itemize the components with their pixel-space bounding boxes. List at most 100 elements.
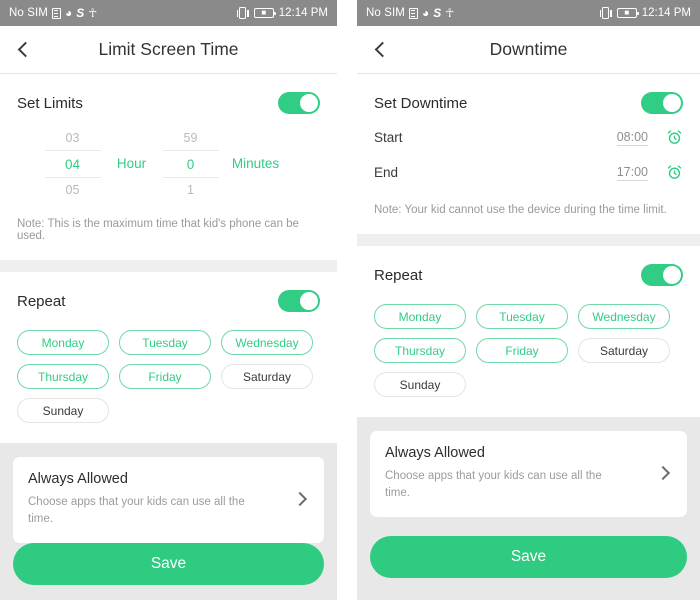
start-value[interactable]: 08:00	[616, 130, 648, 146]
save-button[interactable]: Save	[370, 536, 687, 578]
usb-icon: ☥	[445, 6, 455, 20]
save-wrap: Save	[357, 536, 700, 600]
content-scroll-right[interactable]: Set Downtime Start 08:00 End 17:00 Note:…	[357, 74, 700, 600]
repeat-toggle[interactable]	[278, 290, 320, 312]
set-limits-note: Note: This is the maximum time that kid'…	[17, 218, 299, 242]
hour-prev-value: 03	[65, 131, 80, 145]
alarm-clock-icon[interactable]	[666, 129, 683, 146]
page-title: Downtime	[489, 39, 568, 59]
start-label: Start	[374, 130, 403, 145]
day-chip-sunday[interactable]: Sunday	[374, 372, 466, 397]
start-time-row[interactable]: Start 08:00	[357, 120, 700, 155]
repeat-section: Repeat Monday Tuesday Wednesday Thursday…	[0, 272, 337, 443]
status-bar-right-group: ■ 12:14 PM	[599, 7, 691, 19]
repeat-label: Repeat	[17, 292, 66, 310]
repeat-section: Repeat Monday Tuesday Wednesday Thursday…	[357, 246, 700, 417]
chevron-left-icon	[374, 41, 390, 58]
day-chip-label: Thursday	[394, 343, 446, 358]
always-allowed-subtitle: Choose apps that your kids can use all t…	[385, 470, 602, 499]
battery-charging-icon: ■	[616, 8, 639, 18]
carrier-label: No SIM	[9, 7, 48, 19]
screen-limit-screen-time: No SIM ◕ S ☥ ■ 12:14 PM Limit Screen Tim…	[0, 0, 337, 600]
day-chip-thursday[interactable]: Thursday	[17, 364, 109, 389]
section-divider	[0, 260, 337, 272]
app-bar-right: Downtime	[357, 26, 700, 74]
repeat-toggle[interactable]	[641, 264, 683, 286]
set-downtime-section: Set Downtime Start 08:00 End 17:00 Note:…	[357, 74, 700, 234]
usb-icon: ☥	[88, 6, 98, 20]
day-chip-monday[interactable]: Monday	[374, 304, 466, 329]
s-glyph-icon: S	[76, 6, 85, 20]
repeat-header: Repeat	[357, 246, 700, 292]
chevron-right-icon	[292, 492, 308, 507]
day-chip-label: Sunday	[399, 377, 441, 392]
day-chip-friday[interactable]: Friday	[119, 364, 211, 389]
minute-prev-value: 59	[183, 131, 198, 145]
always-allowed-card[interactable]: Always Allowed Choose apps that your kid…	[13, 457, 324, 544]
minute-wheel[interactable]: 59 0 1	[162, 126, 219, 202]
toggle-knob	[300, 94, 318, 112]
carrier-label: No SIM	[366, 7, 405, 19]
hour-next-value: 05	[65, 183, 80, 197]
day-chip-label: Monday	[398, 309, 442, 324]
day-chip-label: Sunday	[42, 403, 84, 418]
day-chip-saturday[interactable]: Saturday	[221, 364, 313, 389]
save-button[interactable]: Save	[13, 543, 324, 586]
day-chip-saturday[interactable]: Saturday	[578, 338, 670, 363]
day-chip-sunday[interactable]: Sunday	[17, 398, 109, 423]
always-allowed-card[interactable]: Always Allowed Choose apps that your kid…	[370, 431, 687, 518]
day-chip-friday[interactable]: Friday	[476, 338, 568, 363]
minute-selected-value: 0	[162, 150, 219, 178]
back-button[interactable]	[0, 26, 46, 74]
content-scroll-left[interactable]: Set Limits 03 04 05 Hour 59 0 1 Minutes …	[0, 74, 337, 600]
always-allowed-text: Always Allowed Choose apps that your kid…	[385, 445, 658, 501]
wifi-icon: ◕	[64, 6, 73, 20]
day-chip-tuesday[interactable]: Tuesday	[119, 330, 211, 355]
day-chip-wednesday[interactable]: Wednesday	[578, 304, 670, 329]
day-chip-list: Monday Tuesday Wednesday Thursday Friday…	[357, 292, 700, 417]
page-title: Limit Screen Time	[98, 39, 239, 59]
set-downtime-toggle[interactable]	[641, 92, 683, 114]
set-downtime-label: Set Downtime	[374, 94, 468, 112]
repeat-header: Repeat	[0, 272, 337, 318]
hour-selected-value: 04	[44, 150, 101, 178]
repeat-label: Repeat	[374, 266, 423, 284]
toggle-knob	[663, 266, 681, 284]
status-bar-clock: 12:14 PM	[641, 7, 691, 19]
always-allowed-title: Always Allowed	[385, 445, 485, 461]
sim-card-icon	[408, 7, 418, 19]
day-chip-tuesday[interactable]: Tuesday	[476, 304, 568, 329]
battery-charging-icon: ■	[253, 8, 276, 18]
status-bar-clock: 12:14 PM	[278, 7, 328, 19]
status-bar-right-group: ■ 12:14 PM	[236, 7, 328, 19]
hour-wheel[interactable]: 03 04 05	[44, 126, 101, 202]
save-wrap: Save	[0, 543, 337, 600]
status-bar-left-group: No SIM ◕ S ☥	[9, 7, 97, 19]
alarm-clock-icon[interactable]	[666, 164, 683, 181]
end-value[interactable]: 17:00	[616, 165, 648, 181]
day-chip-thursday[interactable]: Thursday	[374, 338, 466, 363]
back-button[interactable]	[357, 26, 403, 74]
day-chip-label: Friday	[148, 369, 182, 384]
vibrate-icon	[599, 7, 612, 19]
screen-downtime: No SIM ◕ S ☥ ■ 12:14 PM Downtime Set Dow…	[357, 0, 700, 600]
s-glyph-icon: S	[433, 6, 442, 20]
dual-screenshot-stage: No SIM ◕ S ☥ ■ 12:14 PM Limit Screen Tim…	[0, 0, 700, 600]
status-bar-left-group: No SIM ◕ S ☥	[366, 7, 454, 19]
set-limits-toggle[interactable]	[278, 92, 320, 114]
day-chip-label: Monday	[41, 335, 85, 350]
day-chip-monday[interactable]: Monday	[17, 330, 109, 355]
set-limits-section: Set Limits 03 04 05 Hour 59 0 1 Minutes …	[0, 74, 337, 260]
day-chip-wednesday[interactable]: Wednesday	[221, 330, 313, 355]
day-chip-label: Wednesday	[235, 335, 299, 350]
duration-picker[interactable]: 03 04 05 Hour 59 0 1 Minutes	[0, 120, 337, 204]
chevron-left-icon	[17, 41, 33, 58]
end-time-row[interactable]: End 17:00	[357, 155, 700, 190]
always-allowed-wrap: Always Allowed Choose apps that your kid…	[0, 443, 337, 544]
set-downtime-note: Note: Your kid cannot use the device dur…	[374, 204, 667, 216]
day-chip-list: Monday Tuesday Wednesday Thursday Friday…	[0, 318, 337, 443]
day-chip-label: Wednesday	[592, 309, 656, 324]
day-chip-label: Thursday	[37, 369, 89, 384]
end-label: End	[374, 165, 399, 180]
panel-gap	[337, 0, 357, 600]
